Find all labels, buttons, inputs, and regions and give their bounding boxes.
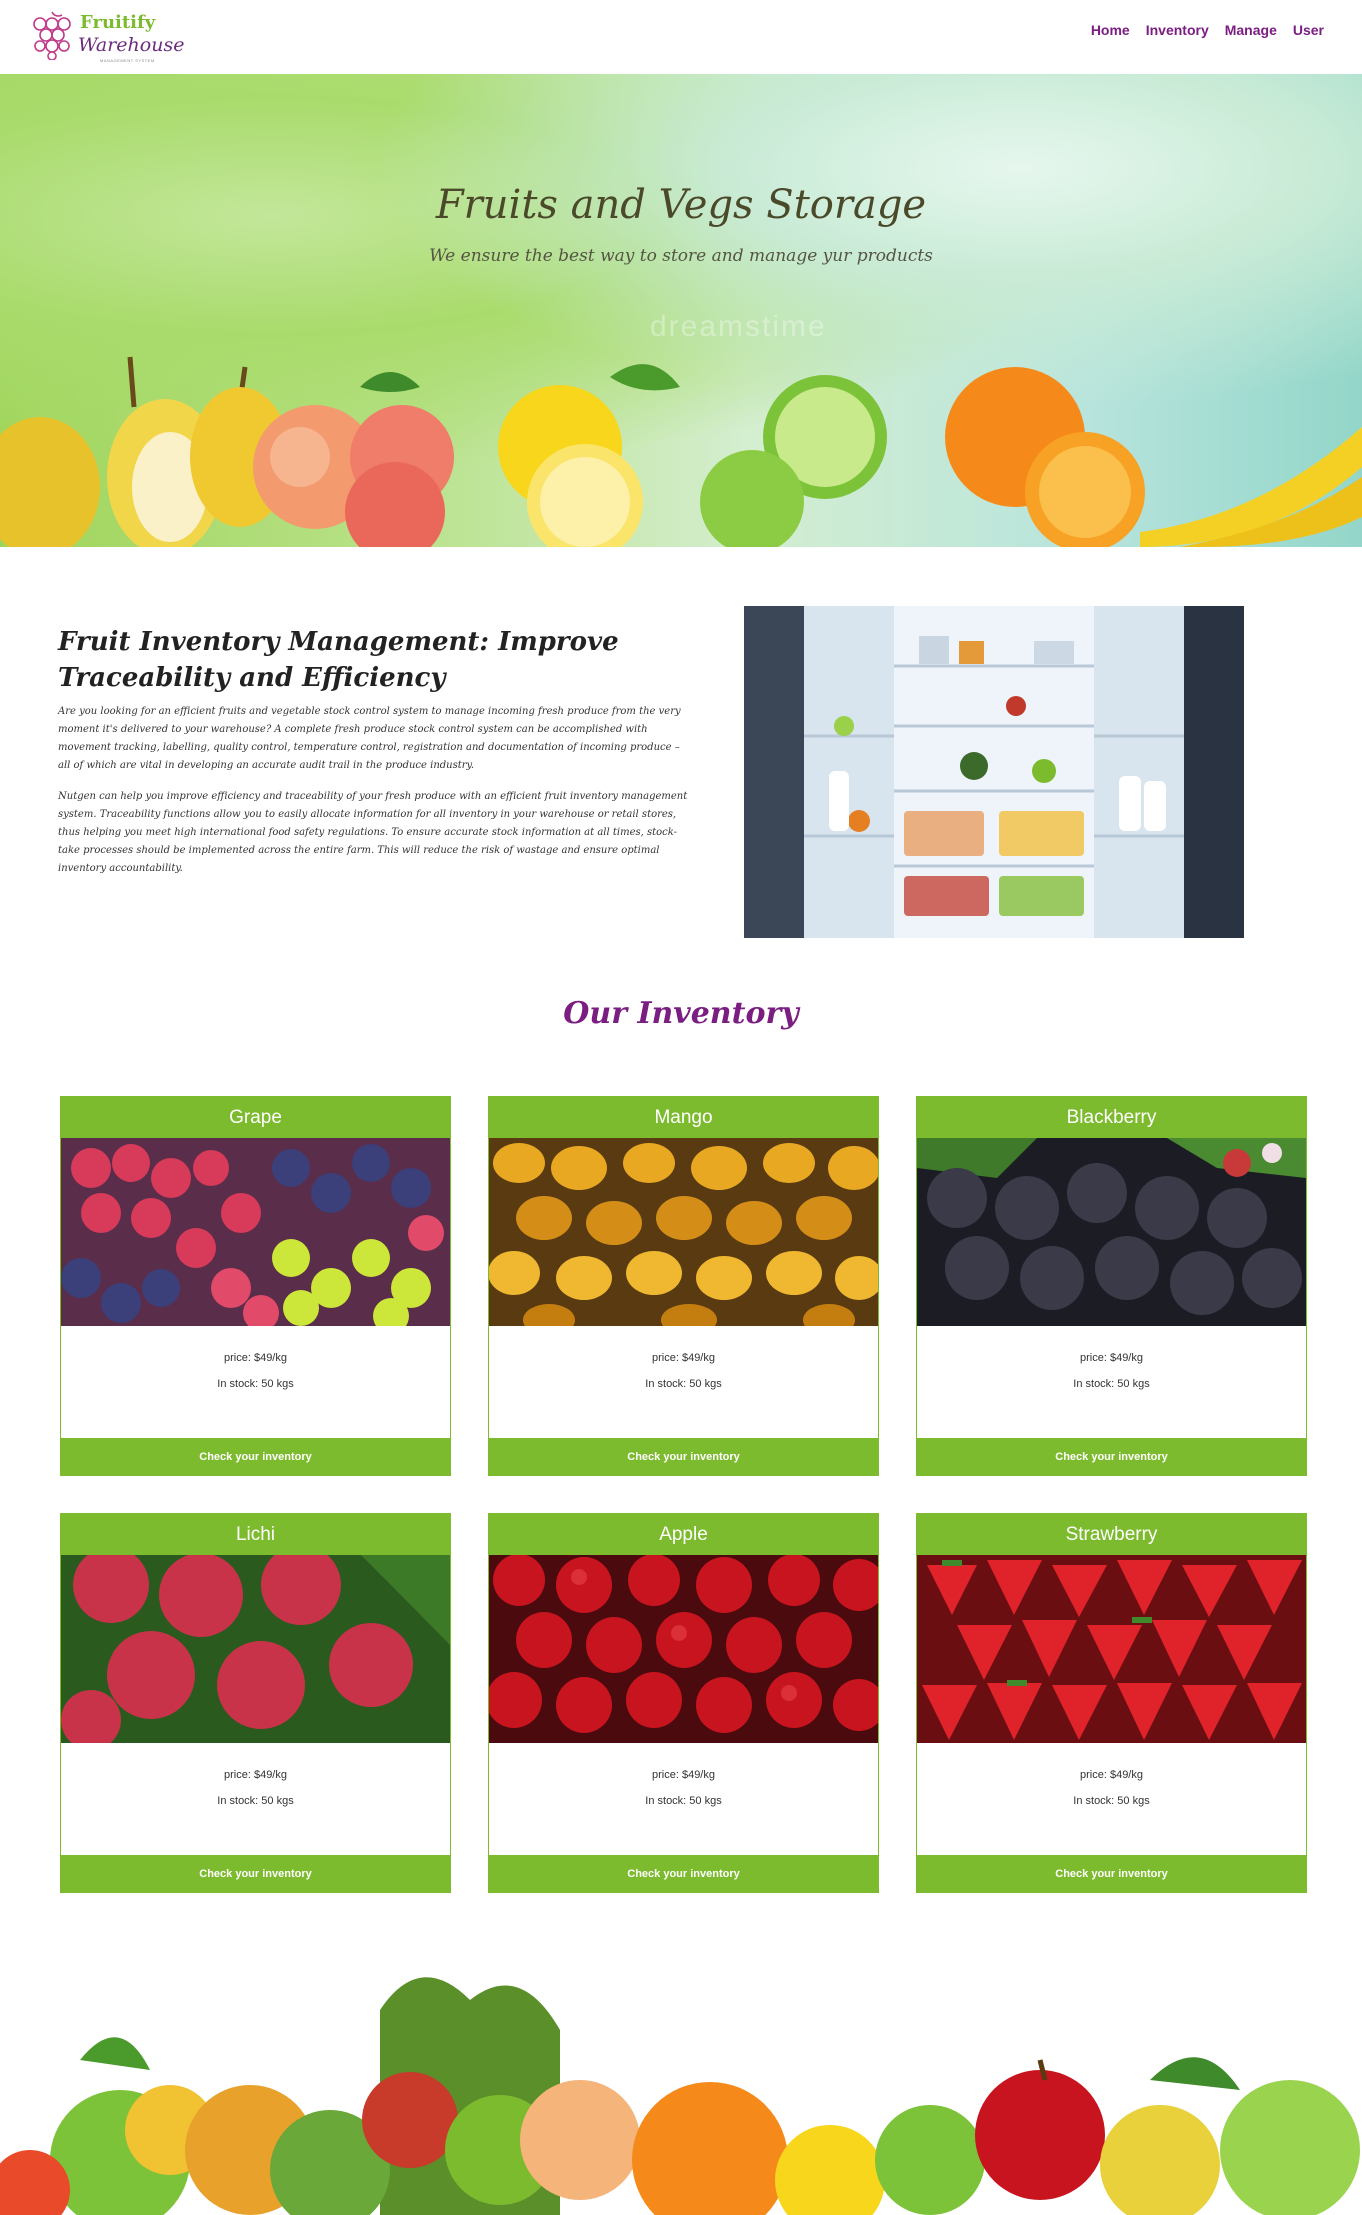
grape-logo-icon [33,11,71,60]
card-price: price: $49/kg [652,1352,715,1364]
main-nav: Home Inventory Manage User [1091,22,1324,38]
card-title: Mango [489,1097,878,1138]
strawberry-image [917,1555,1306,1743]
check-inventory-button[interactable]: Check your inventory [60,1855,451,1893]
hero-banner: Fruits and Vegs Storage We ensure the be… [0,74,1362,547]
intro-paragraph-1: Are you looking for an efficient fruits … [58,706,681,771]
brand-name-bottom: Warehouse [78,34,185,56]
brand-name-top: Fruitify [80,12,156,33]
inventory-card: Mango price: $49/kg In stock: 50 kgs Che… [488,1096,879,1476]
card-stock: In stock: 50 kgs [645,1795,722,1807]
apple-image [489,1555,878,1743]
check-inventory-button[interactable]: Check your inventory [916,1855,1307,1893]
inventory-card: Lichi price: $49/kg In stock: 50 kgs Che… [60,1513,451,1893]
lichi-image [61,1555,450,1743]
card-price: price: $49/kg [224,1769,287,1781]
nav-home[interactable]: Home [1091,22,1130,38]
brand-tagline: MANAGEMENT SYSTEM [100,58,155,63]
inventory-card: Apple price: $49/kg In stock: 50 kgs Che… [488,1513,879,1893]
produce-footer-image [0,1950,1362,2215]
card-price: price: $49/kg [224,1352,287,1364]
fruit-row-illustration [0,356,1362,547]
mango-image [489,1138,878,1326]
card-price: price: $49/kg [1080,1352,1143,1364]
fridge-image [744,606,1244,938]
card-stock: In stock: 50 kgs [1073,1795,1150,1807]
grape-image [61,1138,450,1326]
card-price: price: $49/kg [1080,1769,1143,1781]
card-title: Strawberry [917,1514,1306,1555]
check-inventory-button[interactable]: Check your inventory [60,1438,451,1476]
card-title: Apple [489,1514,878,1555]
card-stock: In stock: 50 kgs [217,1378,294,1390]
card-stock: In stock: 50 kgs [217,1795,294,1807]
card-title: Blackberry [917,1097,1306,1138]
site-header: Fruitify Warehouse MANAGEMENT SYSTEM Hom… [0,0,1362,74]
nav-inventory[interactable]: Inventory [1146,22,1209,38]
inventory-section-title: Our Inventory [563,996,799,1031]
inventory-card: Grape price: $49/kg In stock: 50 kgs Che… [60,1096,451,1476]
nav-manage[interactable]: Manage [1225,22,1277,38]
card-title: Lichi [61,1514,450,1555]
blackberry-image [917,1138,1306,1326]
check-inventory-button[interactable]: Check your inventory [488,1855,879,1893]
card-price: price: $49/kg [652,1769,715,1781]
brand-logo[interactable]: Fruitify Warehouse MANAGEMENT SYSTEM [28,6,188,68]
nav-user[interactable]: User [1293,22,1324,38]
check-inventory-button[interactable]: Check your inventory [488,1438,879,1476]
intro-paragraph-2: Nutgen can help you improve efficiency a… [58,791,688,874]
card-stock: In stock: 50 kgs [1073,1378,1150,1390]
card-title: Grape [61,1097,450,1138]
inventory-card: Strawberry price: $49/kg In stock: 50 kg… [916,1513,1307,1893]
check-inventory-button[interactable]: Check your inventory [916,1438,1307,1476]
hero-title: Fruits and Vegs Storage [435,182,927,228]
hero-subtitle: We ensure the best way to store and mana… [429,246,933,266]
card-stock: In stock: 50 kgs [645,1378,722,1390]
inventory-card: Blackberry price: $49/kg In stock: 50 kg… [916,1096,1307,1476]
intro-title: Fruit Inventory Management: Improve Trac… [58,627,619,693]
